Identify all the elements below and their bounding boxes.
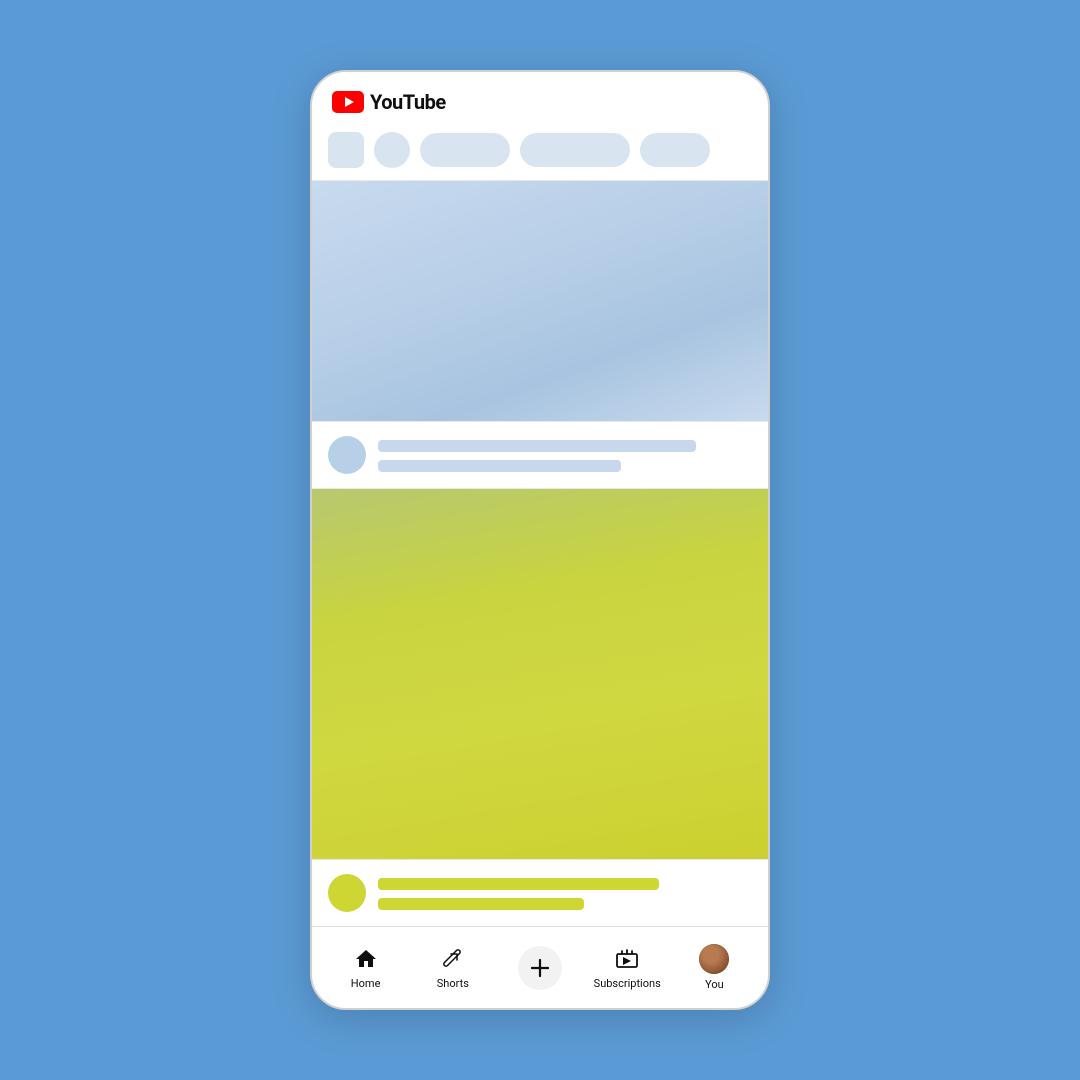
video-meta-line-1 (378, 460, 621, 472)
user-avatar-face (699, 944, 729, 974)
video-info-row-2 (312, 860, 768, 926)
video-meta-line-2 (378, 898, 584, 910)
nav-item-home[interactable]: Home (322, 945, 409, 990)
filter-chip-square[interactable] (328, 132, 364, 168)
filter-chip-pill-3[interactable] (640, 133, 710, 167)
youtube-wordmark: YouTube (370, 90, 446, 114)
video-text-2 (378, 874, 752, 910)
video-thumbnail-2[interactable] (312, 489, 768, 859)
nav-item-add[interactable] (496, 946, 583, 990)
nav-item-shorts[interactable]: Shorts (409, 945, 496, 990)
video-title-line-1 (378, 440, 696, 452)
nav-label-shorts: Shorts (437, 977, 469, 990)
channel-avatar-2[interactable] (328, 874, 366, 912)
bottom-navigation: Home Shorts (312, 926, 768, 1008)
add-button[interactable] (518, 946, 562, 990)
video-thumbnail-1[interactable] (312, 181, 768, 421)
nav-label-home: Home (351, 977, 381, 990)
nav-item-subscriptions[interactable]: Subscriptions (584, 945, 671, 990)
video-text-1 (378, 436, 752, 472)
shorts-icon (439, 945, 467, 973)
video-title-line-2 (378, 878, 659, 890)
filter-chip-pill-2[interactable] (520, 133, 630, 167)
channel-avatar-1[interactable] (328, 436, 366, 474)
youtube-logo: YouTube (332, 90, 446, 114)
nav-label-you: You (705, 978, 724, 991)
nav-label-subscriptions: Subscriptions (594, 977, 661, 990)
phone-frame: YouTube (310, 70, 770, 1010)
subscriptions-icon (613, 945, 641, 973)
home-icon (352, 945, 380, 973)
filter-chip-pill-1[interactable] (420, 133, 510, 167)
youtube-play-icon (332, 91, 364, 113)
nav-item-you[interactable]: You (671, 944, 758, 991)
app-header: YouTube (312, 72, 768, 124)
filter-chips-row (312, 124, 768, 180)
content-scroll-area[interactable] (312, 181, 768, 926)
user-avatar-icon (699, 944, 729, 974)
filter-chip-circle[interactable] (374, 132, 410, 168)
video-info-row-1 (312, 422, 768, 488)
